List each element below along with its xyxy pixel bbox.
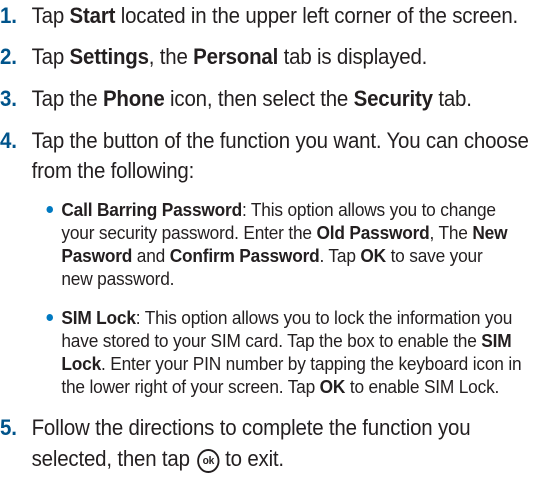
bullet-call-barring-password: Call Barring Password: This option allow… xyxy=(46,198,508,290)
step-2: 2. Tap Settings, the Personal tab is dis… xyxy=(0,43,427,71)
step-5: 5. Follow the directions to complete the… xyxy=(0,412,471,474)
step-text: Tap Settings, the Personal tab is displa… xyxy=(31,44,428,69)
step-text: Follow the directions to complete the fu… xyxy=(31,415,471,473)
ui-term: Settings xyxy=(69,44,149,69)
step-3: 3. Tap the Phone icon, then select the S… xyxy=(0,85,472,113)
ui-term: Phone xyxy=(102,86,165,111)
ui-term: Personal xyxy=(193,44,279,69)
ok-icon: ok xyxy=(197,449,220,473)
step-text: Tap the Phone icon, then select the Secu… xyxy=(31,86,472,111)
ui-term: Start xyxy=(69,3,116,28)
step-4: 4. Tap the button of the function you wa… xyxy=(0,126,529,186)
step-text: Tap Start located in the upper left corn… xyxy=(31,3,519,28)
step-number: 3. xyxy=(0,86,17,111)
bullet-dot xyxy=(46,314,54,321)
instruction-page: 1. Tap Start located in the upper left c… xyxy=(0,0,536,485)
option-term: SIM Lock xyxy=(61,307,136,328)
step-number: 4. xyxy=(0,128,17,153)
step-1: 1. Tap Start located in the upper left c… xyxy=(0,2,518,30)
bullet-sim-lock: SIM Lock: This option allows you to lock… xyxy=(46,306,522,398)
bullet-dot xyxy=(46,206,54,213)
step-number: 1. xyxy=(0,3,17,28)
ui-term: Security xyxy=(353,86,433,111)
step-number: 2. xyxy=(0,44,17,69)
step-number: 5. xyxy=(0,415,17,440)
step-text: Tap the button of the function you want.… xyxy=(31,128,529,183)
option-term: Call Barring Password xyxy=(61,199,242,220)
